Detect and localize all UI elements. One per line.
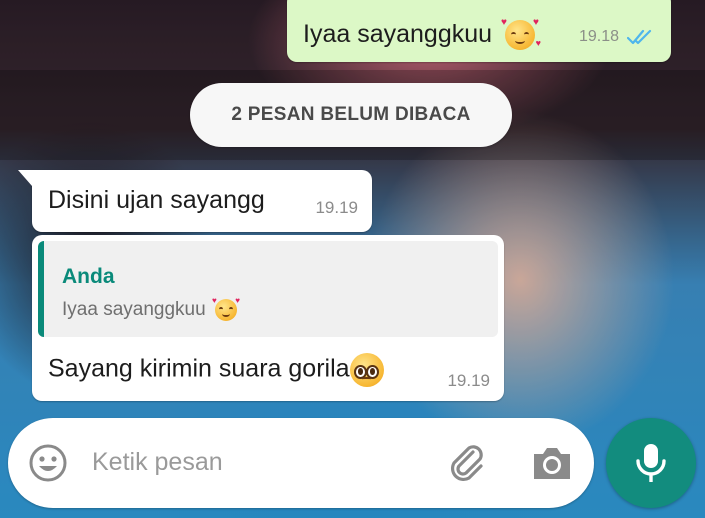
incoming-reply-text: Sayang kirimin suara gorila xyxy=(48,354,350,383)
incoming-reply-text-row: Sayang kirimin suara gorila xyxy=(48,353,384,387)
quote-text: Iyaa sayanggkuu xyxy=(62,299,206,321)
outgoing-message-time: 19.18 xyxy=(578,28,619,45)
message-input[interactable]: Ketik pesan xyxy=(92,448,223,477)
camera-icon[interactable] xyxy=(530,443,574,483)
voice-record-button[interactable] xyxy=(606,418,696,508)
outgoing-message-text-row: Iyaa sayanggkuu ♥ ♥ ♥ xyxy=(303,17,541,51)
pleading-face-icon xyxy=(349,353,384,387)
attachment-icon[interactable] xyxy=(445,442,489,486)
emoji-icon[interactable] xyxy=(28,443,68,483)
outgoing-message-text: Iyaa sayanggkuu xyxy=(303,20,493,48)
incoming-reply-bubble[interactable]: Anda Iyaa sayanggkuu ♥ ♥ Sayang kirimin … xyxy=(32,235,504,401)
smiling-face-with-hearts-icon: ♥ ♥ ♥ xyxy=(500,17,541,51)
incoming-message-text: Disini ujan sayangg xyxy=(48,186,265,214)
incoming-message-bubble[interactable]: Disini ujan sayangg 19.19 xyxy=(18,170,372,232)
message-composer: Ketik pesan xyxy=(8,418,594,508)
quoted-message[interactable]: Anda Iyaa sayanggkuu ♥ ♥ xyxy=(38,241,498,337)
incoming-message-time: 19.19 xyxy=(315,198,358,217)
smiling-face-with-hearts-icon: ♥ ♥ xyxy=(212,297,240,321)
quote-accent-bar xyxy=(38,241,44,337)
quote-text-row: Iyaa sayanggkuu ♥ ♥ xyxy=(62,297,240,321)
outgoing-message-bubble[interactable]: Iyaa sayanggkuu ♥ ♥ ♥ 19.18 xyxy=(287,0,671,62)
read-double-tick-icon xyxy=(627,29,652,45)
outgoing-message-meta: 19.18 xyxy=(579,28,655,46)
incoming-reply-time: 19.19 xyxy=(447,371,490,390)
chat-screen: Iyaa sayanggkuu ♥ ♥ ♥ 19.18 2 PESAN BELU… xyxy=(0,0,705,518)
microphone-icon xyxy=(636,444,666,482)
unread-messages-label: 2 PESAN BELUM DIBACA xyxy=(190,83,512,147)
quote-author: Anda xyxy=(62,265,115,288)
